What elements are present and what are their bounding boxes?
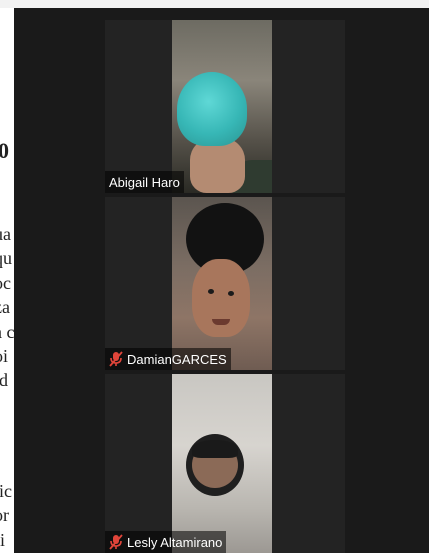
participant-name: DamianGARCES xyxy=(127,351,227,367)
participant-name-tag: Lesly Altamirano xyxy=(105,531,227,553)
document-line: za xyxy=(0,297,10,318)
document-text-block: lic or fi xyxy=(0,479,14,552)
document-line: oc xyxy=(0,272,11,293)
participant-video xyxy=(172,20,272,193)
document-heading: 0 xyxy=(0,138,9,163)
participant-name-tag: Abigail Haro xyxy=(105,171,184,193)
participant-tile[interactable]: DamianGARCES xyxy=(105,197,345,370)
video-figure xyxy=(228,291,234,296)
background-document: 0 ua qu oc za a c oi id lic or fi xyxy=(0,0,14,553)
document-line: qu xyxy=(0,248,12,269)
document-line: ua xyxy=(0,224,11,244)
document-line: oi xyxy=(0,345,9,366)
document-text-block: ua qu oc za a c oi id xyxy=(0,222,14,393)
video-call-window[interactable]: Abigail Haro DamianGARCES Lesly Altamira… xyxy=(14,8,429,553)
participant-video xyxy=(172,197,272,370)
mic-muted-icon xyxy=(109,534,123,550)
participant-gallery: Abigail Haro DamianGARCES Lesly Altamira… xyxy=(105,20,345,553)
video-figure xyxy=(177,72,247,146)
document-line: lic xyxy=(0,481,12,501)
document-line: id xyxy=(0,370,9,391)
mic-muted-icon xyxy=(109,351,123,367)
document-line: or xyxy=(0,505,9,526)
video-figure xyxy=(192,259,250,337)
participant-name-tag: DamianGARCES xyxy=(105,348,231,370)
video-figure xyxy=(192,440,238,458)
participant-video xyxy=(172,374,272,553)
document-top-strip xyxy=(0,0,429,8)
participant-name: Lesly Altamirano xyxy=(127,534,223,550)
participant-tile[interactable]: Abigail Haro xyxy=(105,20,345,193)
participant-tile[interactable]: Lesly Altamirano xyxy=(105,374,345,553)
document-line: fi xyxy=(0,529,5,550)
document-line: a c xyxy=(0,321,14,342)
video-figure xyxy=(190,138,245,193)
participant-name: Abigail Haro xyxy=(109,174,180,190)
video-figure xyxy=(208,289,214,294)
